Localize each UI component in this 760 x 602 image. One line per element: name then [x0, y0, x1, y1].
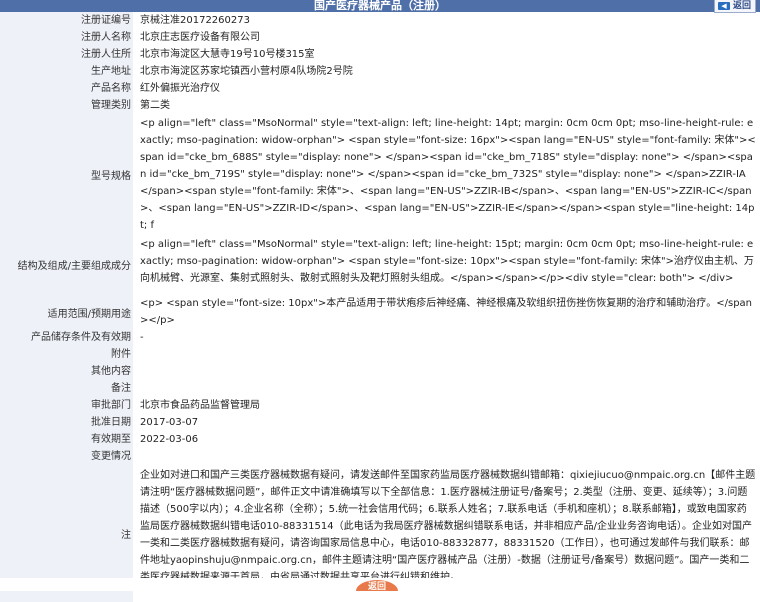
table-row: 适用范围/预期用途 <p> <span style="font-size: 10…: [0, 295, 760, 329]
table-row: 注册人名称 北京庄志医疗设备有限公司: [0, 29, 760, 46]
field-value: 2017-03-07: [134, 414, 760, 431]
table-row: 变更情况: [0, 448, 760, 465]
field-label: 有效期至: [0, 431, 134, 448]
field-label: 产品名称: [0, 80, 134, 97]
field-label: 注册证编号: [0, 12, 134, 29]
field-value: [134, 346, 760, 363]
table-row: 批准日期 2017-03-07: [0, 414, 760, 431]
table-row: 注册人住所 北京市海淀区大慧寺19号10号楼315室: [0, 46, 760, 63]
detail-table: 注册证编号 京械注准20172260273 注册人名称 北京庄志医疗设备有限公司…: [0, 12, 760, 602]
field-value: 红外偏振光治疗仪: [134, 80, 760, 97]
field-label: 审批部门: [0, 397, 134, 414]
field-value: 京械注准20172260273: [134, 12, 760, 29]
back-button-bottom[interactable]: 返回: [356, 580, 398, 591]
back-button-label: 返回: [733, 0, 751, 12]
table-row: 生产地址 北京市海淀区苏家坨镇西小营村原4队场院2号院: [0, 63, 760, 80]
field-value: 北京庄志医疗设备有限公司: [134, 29, 760, 46]
back-button-label: 返回: [368, 582, 386, 591]
table-row: 其他内容: [0, 363, 760, 380]
page-title-bar: 国产医疗器械产品（注册）: [0, 0, 760, 12]
field-value: [134, 363, 760, 380]
table-row: 产品储存条件及有效期 -: [0, 329, 760, 346]
table-row: 注册证编号 京械注准20172260273: [0, 12, 760, 29]
field-label: 型号规格: [0, 114, 134, 234]
table-row: 产品名称 红外偏振光治疗仪: [0, 80, 760, 97]
field-label: 变更情况: [0, 448, 134, 465]
field-value: <p align="left" class="MsoNormal" style=…: [134, 114, 760, 234]
field-value: 北京市食品药品监督管理局: [134, 397, 760, 414]
field-value: <p align="left" class="MsoNormal" style=…: [134, 234, 760, 295]
field-label: 批准日期: [0, 414, 134, 431]
back-arrow-icon: ◀: [718, 2, 730, 10]
table-row: 审批部门 北京市食品药品监督管理局: [0, 397, 760, 414]
field-value: 北京市海淀区大慧寺19号10号楼315室: [134, 46, 760, 63]
field-label: 管理类别: [0, 97, 134, 114]
field-label: 注册人名称: [0, 29, 134, 46]
table-row: 附件: [0, 346, 760, 363]
field-label: 备注: [0, 380, 134, 397]
field-value: [134, 448, 760, 465]
field-label: 注册人住所: [0, 46, 134, 63]
field-label: 结构及组成/主要组成成分: [0, 234, 134, 295]
table-row: 管理类别 第二类: [0, 97, 760, 114]
footer: 返回: [0, 578, 760, 591]
detail-page: 国产医疗器械产品（注册） ◀ 返回 注册证编号 京械注准20172260273 …: [0, 0, 760, 591]
table-row: 结构及组成/主要组成成分 <p align="left" class="MsoN…: [0, 234, 760, 295]
table-row: 有效期至 2022-03-06: [0, 431, 760, 448]
field-value: -: [134, 329, 760, 346]
table-row: 备注: [0, 380, 760, 397]
field-label: 其他内容: [0, 363, 134, 380]
field-value: 北京市海淀区苏家坨镇西小营村原4队场院2号院: [134, 63, 760, 80]
field-label: 附件: [0, 346, 134, 363]
field-label: 生产地址: [0, 63, 134, 80]
page-title: 国产医疗器械产品（注册）: [314, 0, 446, 12]
field-value: 第二类: [134, 97, 760, 114]
field-value: 2022-03-06: [134, 431, 760, 448]
field-label: 产品储存条件及有效期: [0, 329, 134, 346]
table-row: 型号规格 <p align="left" class="MsoNormal" s…: [0, 114, 760, 234]
field-label: 适用范围/预期用途: [0, 295, 134, 329]
field-value: <p> <span style="font-size: 10px">本产品适用于…: [134, 295, 760, 329]
field-value: [134, 380, 760, 397]
